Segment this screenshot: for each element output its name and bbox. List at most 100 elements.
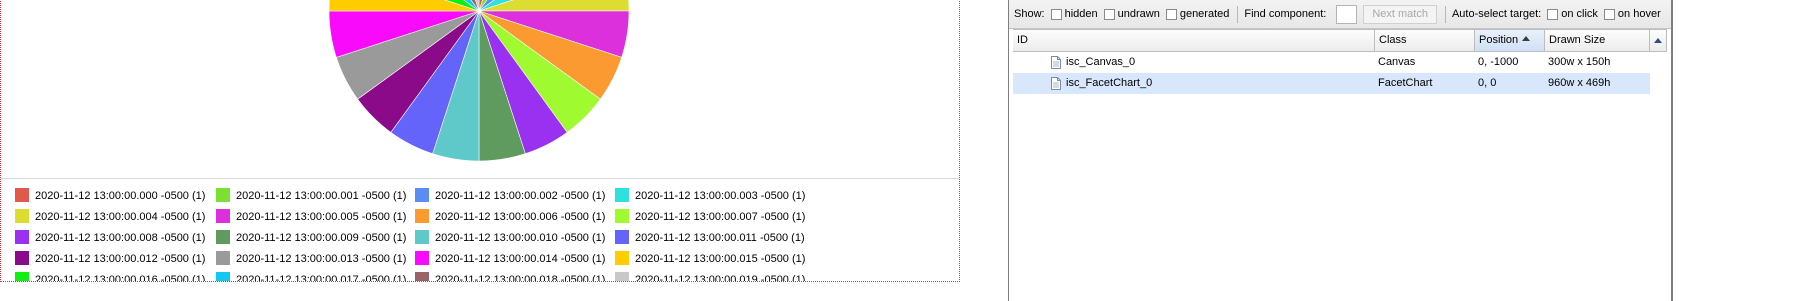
table-row[interactable]: isc_Canvas_0 Canvas 0, -1000 300w x 150h bbox=[1013, 52, 1650, 73]
column-header-class-label: Class bbox=[1379, 34, 1407, 46]
facet-chart-canvas: 2020-11-12 13:00:00.000 -0500 (1) 2020-11… bbox=[0, 0, 960, 282]
chart-legend: 2020-11-12 13:00:00.000 -0500 (1) 2020-11… bbox=[15, 188, 945, 282]
legend-swatch bbox=[415, 251, 429, 266]
legend-label: 2020-11-12 13:00:00.011 -0500 (1) bbox=[635, 232, 805, 244]
document-icon bbox=[1051, 77, 1061, 90]
legend-item[interactable]: 2020-11-12 13:00:00.007 -0500 (1) bbox=[615, 209, 805, 225]
undrawn-toggle[interactable]: undrawn bbox=[1103, 8, 1160, 20]
legend-item[interactable]: 2020-11-12 13:00:00.013 -0500 (1) bbox=[216, 251, 406, 267]
legend-item[interactable]: 2020-11-12 13:00:00.003 -0500 (1) bbox=[615, 188, 805, 204]
on-hover-checkbox-label: on hover bbox=[1617, 8, 1661, 20]
hidden-checkbox[interactable] bbox=[1050, 8, 1062, 20]
legend-swatch bbox=[15, 209, 29, 224]
row-id: isc_FacetChart_0 bbox=[1066, 77, 1153, 89]
legend-item[interactable]: 2020-11-12 13:00:00.019 -0500 (1) bbox=[615, 272, 806, 282]
legend-swatch bbox=[216, 272, 230, 281]
column-header-position[interactable]: Position bbox=[1475, 30, 1545, 51]
legend-label: 2020-11-12 13:00:00.000 -0500 (1) bbox=[35, 190, 206, 202]
header-menu-icon bbox=[1653, 38, 1662, 43]
legend-swatch bbox=[615, 209, 629, 224]
legend-swatch bbox=[216, 209, 230, 224]
watch-toolbar: Show: hidden undrawn generated Find comp… bbox=[1009, 0, 1671, 29]
row-drawn-size: 960w x 469h bbox=[1548, 77, 1611, 89]
legend-item[interactable]: 2020-11-12 13:00:00.016 -0500 (1) bbox=[15, 272, 205, 281]
legend-item[interactable]: 2020-11-12 13:00:00.012 -0500 (1) bbox=[15, 251, 205, 267]
legend-label: 2020-11-12 13:00:00.002 -0500 (1) bbox=[435, 190, 606, 202]
column-header-id[interactable]: ID bbox=[1013, 30, 1375, 51]
vertical-scrollbar[interactable] bbox=[1650, 52, 1667, 301]
toolbar-separator bbox=[1444, 5, 1446, 23]
legend-swatch bbox=[15, 251, 29, 266]
column-header-drawn-size[interactable]: Drawn Size bbox=[1545, 30, 1650, 51]
legend-item[interactable]: 2020-11-12 13:00:00.006 -0500 (1) bbox=[415, 209, 605, 225]
find-component-label: Find component: bbox=[1244, 8, 1327, 20]
legend-swatch bbox=[415, 230, 429, 245]
legend-swatch bbox=[15, 272, 29, 281]
legend-item[interactable]: 2020-11-12 13:00:00.002 -0500 (1) bbox=[415, 188, 605, 204]
legend-swatch bbox=[615, 251, 629, 266]
legend-item[interactable]: 2020-11-12 13:00:00.000 -0500 (1) bbox=[15, 188, 205, 204]
legend-label: 2020-11-12 13:00:00.009 -0500 (1) bbox=[236, 232, 407, 244]
on-hover-checkbox[interactable] bbox=[1603, 8, 1615, 20]
legend-label: 2020-11-12 13:00:00.004 -0500 (1) bbox=[35, 211, 206, 223]
legend-label: 2020-11-12 13:00:00.012 -0500 (1) bbox=[35, 253, 206, 265]
legend-item[interactable]: 2020-11-12 13:00:00.004 -0500 (1) bbox=[15, 209, 205, 225]
legend-item[interactable]: 2020-11-12 13:00:00.011 -0500 (1) bbox=[615, 230, 805, 246]
legend-item[interactable]: 2020-11-12 13:00:00.005 -0500 (1) bbox=[216, 209, 406, 225]
toolbar-separator bbox=[1237, 5, 1239, 23]
legend-item[interactable]: 2020-11-12 13:00:00.018 -0500 (1) bbox=[415, 272, 606, 282]
on-click-checkbox-label: on click bbox=[1561, 8, 1598, 20]
undrawn-checkbox-label: undrawn bbox=[1117, 8, 1160, 20]
legend-item[interactable]: 2020-11-12 13:00:00.015 -0500 (1) bbox=[615, 251, 805, 267]
document-icon bbox=[1051, 56, 1061, 69]
table-row[interactable]: isc_FacetChart_0 FacetChart 0, 0 960w x … bbox=[1013, 73, 1650, 94]
undrawn-checkbox[interactable] bbox=[1103, 8, 1115, 20]
column-header-drawn-size-label: Drawn Size bbox=[1549, 34, 1606, 46]
on-click-checkbox[interactable] bbox=[1547, 8, 1559, 20]
header-menu-button[interactable] bbox=[1649, 30, 1666, 51]
row-position: 0, -1000 bbox=[1478, 56, 1519, 68]
legend-label: 2020-11-12 13:00:00.008 -0500 (1) bbox=[35, 232, 206, 244]
legend-swatch bbox=[615, 230, 629, 245]
legend-label: 2020-11-12 13:00:00.006 -0500 (1) bbox=[435, 211, 606, 223]
legend-label: 2020-11-12 13:00:00.005 -0500 (1) bbox=[236, 211, 407, 223]
legend-swatch bbox=[415, 209, 429, 224]
column-header-id-label: ID bbox=[1017, 34, 1028, 46]
legend-label: 2020-11-12 13:00:00.019 -0500 (1) bbox=[635, 274, 806, 282]
next-match-button[interactable]: Next match bbox=[1363, 4, 1437, 24]
component-grid-header: ID Class Position Drawn Size bbox=[1013, 29, 1667, 52]
legend-item[interactable]: 2020-11-12 13:00:00.017 -0500 (1) bbox=[216, 272, 407, 282]
legend-swatch bbox=[216, 230, 230, 245]
generated-toggle[interactable]: generated bbox=[1165, 8, 1230, 20]
on-click-toggle[interactable]: on click bbox=[1547, 8, 1598, 20]
on-hover-toggle[interactable]: on hover bbox=[1603, 8, 1661, 20]
legend-swatch bbox=[415, 272, 429, 281]
pie-chart bbox=[328, 0, 630, 162]
legend-label: 2020-11-12 13:00:00.003 -0500 (1) bbox=[635, 190, 806, 202]
legend-swatch bbox=[615, 272, 629, 281]
sort-ascending-icon bbox=[1522, 35, 1531, 41]
legend-item[interactable]: 2020-11-12 13:00:00.009 -0500 (1) bbox=[216, 230, 406, 246]
legend-swatch bbox=[216, 251, 230, 266]
row-class: FacetChart bbox=[1378, 77, 1433, 89]
auto-select-label: Auto-select target: bbox=[1451, 8, 1542, 20]
generated-checkbox-label: generated bbox=[1179, 8, 1230, 20]
legend-swatch bbox=[15, 230, 29, 245]
legend-label: 2020-11-12 13:00:00.017 -0500 (1) bbox=[236, 274, 407, 282]
legend-item[interactable]: 2020-11-12 13:00:00.001 -0500 (1) bbox=[216, 188, 406, 204]
legend-item[interactable]: 2020-11-12 13:00:00.010 -0500 (1) bbox=[415, 230, 605, 246]
legend-label: 2020-11-12 13:00:00.013 -0500 (1) bbox=[236, 253, 407, 265]
column-header-class[interactable]: Class bbox=[1375, 30, 1475, 51]
legend-label: 2020-11-12 13:00:00.018 -0500 (1) bbox=[435, 274, 606, 282]
row-drawn-size: 300w x 150h bbox=[1548, 56, 1611, 68]
legend-item[interactable]: 2020-11-12 13:00:00.008 -0500 (1) bbox=[15, 230, 205, 246]
legend-item[interactable]: 2020-11-12 13:00:00.014 -0500 (1) bbox=[415, 251, 605, 267]
hidden-toggle[interactable]: hidden bbox=[1050, 8, 1098, 20]
legend-swatch bbox=[15, 188, 29, 203]
generated-checkbox[interactable] bbox=[1165, 8, 1177, 20]
row-position: 0, 0 bbox=[1478, 77, 1497, 89]
find-component-input[interactable] bbox=[1336, 4, 1358, 24]
legend-label: 2020-11-12 13:00:00.014 -0500 (1) bbox=[435, 253, 606, 265]
show-label: Show: bbox=[1014, 8, 1045, 20]
watch-panel: Show: hidden undrawn generated Find comp… bbox=[1008, 0, 1673, 301]
